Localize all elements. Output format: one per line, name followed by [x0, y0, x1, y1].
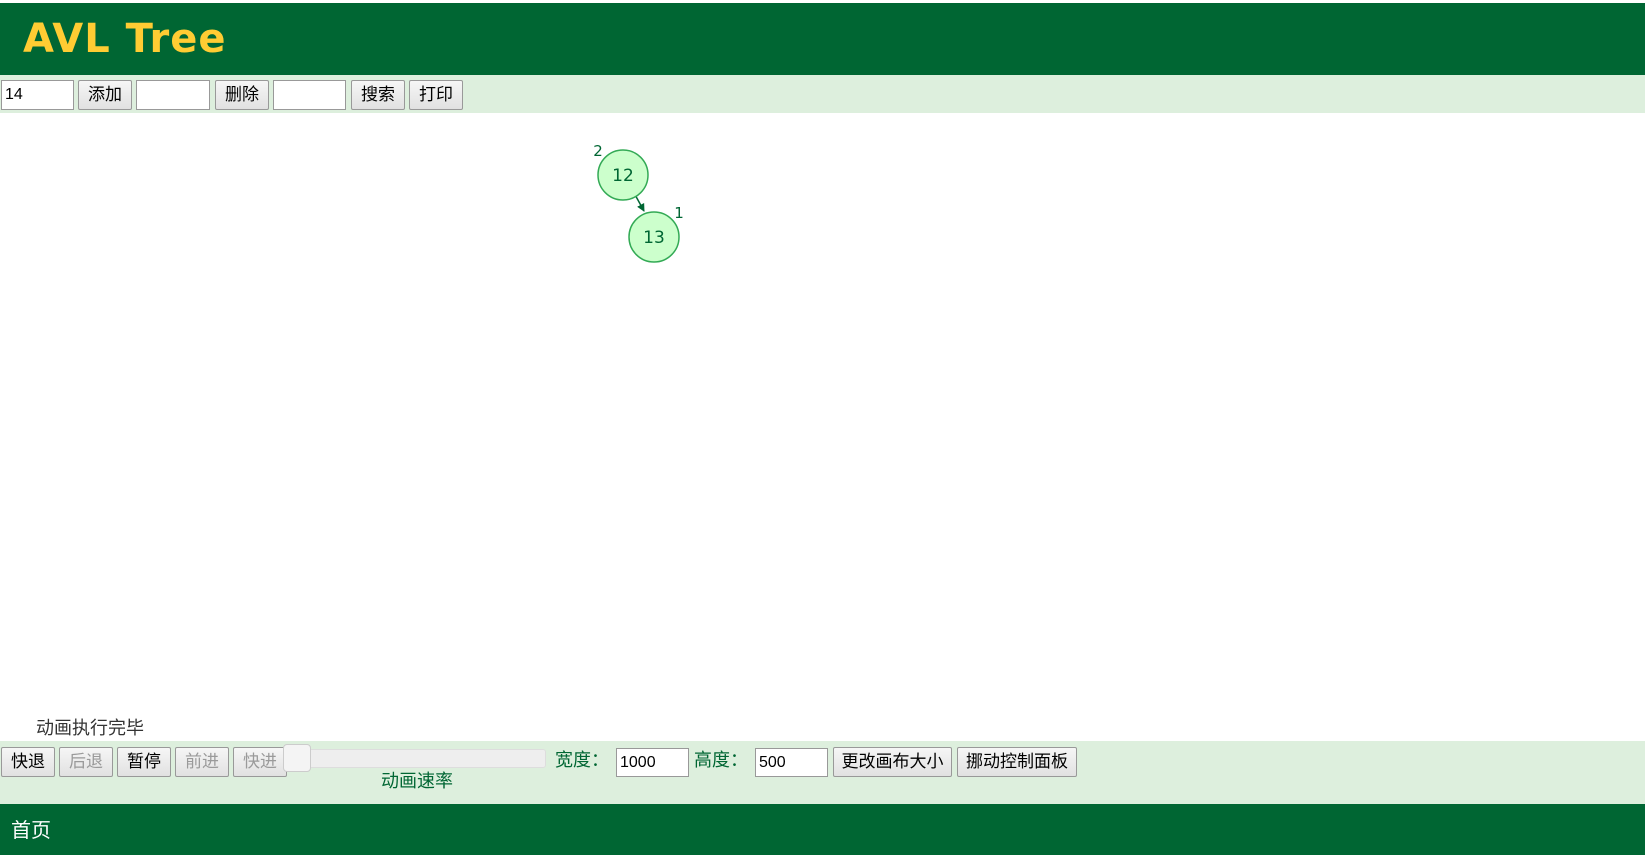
resize-canvas-button[interactable]: 更改画布大小 [833, 747, 952, 777]
tree-svg: 12 2 13 1 [593, 142, 684, 263]
pause-button[interactable]: 暂停 [117, 747, 171, 777]
height-label: 高度： [694, 750, 748, 771]
canvas-height-input[interactable] [755, 748, 828, 777]
speed-slider-handle[interactable] [283, 744, 311, 772]
move-panel-button[interactable]: 挪动控制面板 [957, 747, 1077, 777]
tree-node-root: 12 2 [593, 142, 649, 201]
canvas-width-input[interactable] [616, 748, 689, 777]
speed-label: 动画速率 [381, 771, 453, 792]
step-forward-button[interactable]: 前进 [175, 747, 229, 777]
page-title: AVL Tree [23, 16, 227, 62]
node-value: 13 [643, 228, 665, 248]
delete-input[interactable] [136, 80, 210, 110]
tree-node-right-child: 13 1 [628, 204, 684, 263]
speed-slider-track[interactable] [294, 749, 546, 768]
search-input[interactable] [273, 80, 346, 110]
footer-bar: 首页 [0, 804, 1645, 855]
node-height-label: 1 [674, 204, 684, 222]
skip-back-button[interactable]: 快退 [1, 747, 55, 777]
step-back-button[interactable]: 后退 [59, 747, 113, 777]
print-button[interactable]: 打印 [409, 80, 463, 110]
delete-button[interactable]: 删除 [215, 80, 269, 110]
skip-forward-button[interactable]: 快进 [233, 747, 287, 777]
home-link[interactable]: 首页 [11, 817, 51, 843]
animation-status: 动画执行完毕 [36, 718, 144, 739]
header-bar: AVL Tree [0, 3, 1645, 75]
node-height-label: 2 [593, 142, 603, 160]
search-button[interactable]: 搜索 [351, 80, 405, 110]
animation-canvas: 12 2 13 1 [0, 113, 1645, 741]
insert-input[interactable] [1, 80, 74, 110]
width-label: 宽度： [555, 750, 609, 771]
node-value: 12 [612, 166, 634, 186]
insert-button[interactable]: 添加 [78, 80, 132, 110]
